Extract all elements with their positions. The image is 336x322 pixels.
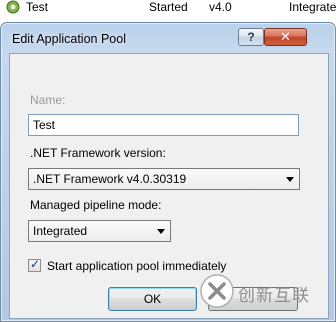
checkmark-icon: ✓ [30,257,41,271]
dialog-title: Edit Application Pool [12,32,126,46]
app-pool-pipeline: Integrated [289,0,336,14]
pipeline-mode-label: Managed pipeline mode: [30,198,162,212]
close-button[interactable]: ✕ [264,28,307,46]
name-field[interactable] [28,114,299,136]
start-immediately-label[interactable]: Start application pool immediately [47,259,226,273]
pipeline-mode-value: Integrated [33,224,88,238]
watermark: 创新互联 [200,272,336,316]
chevron-down-icon [286,177,294,182]
watermark-text: 创新互联 [238,286,310,306]
close-icon: ✕ [280,29,291,44]
app-pool-icon [6,0,20,14]
app-pool-version: v4.0 [209,0,232,14]
framework-version-select[interactable]: .NET Framework v4.0.30319 [28,168,300,190]
framework-version-label: .NET Framework version: [30,146,166,160]
app-pool-name: Test [26,0,49,14]
framework-version-value: .NET Framework v4.0.30319 [33,172,187,186]
pipeline-mode-select[interactable]: Integrated [28,220,171,242]
app-pool-status: Started [149,0,188,14]
help-button[interactable]: ? [238,28,264,46]
name-label: Name: [30,93,66,107]
app-pool-row-test[interactable]: Test Started v4.0 Integrated [0,0,336,18]
brand-logo-icon [200,274,234,308]
chevron-down-icon [157,229,165,234]
start-immediately-checkbox[interactable]: ✓ [28,257,41,272]
ok-button[interactable]: OK [108,287,197,311]
dialog-titlebar[interactable]: Edit Application Pool ? ✕ [1,23,335,53]
